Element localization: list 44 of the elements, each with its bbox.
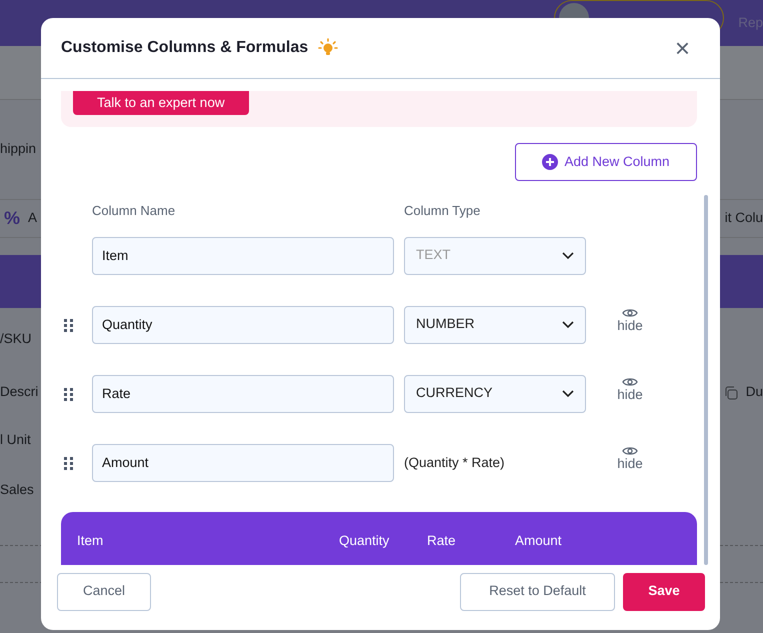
column-name-field[interactable]: Quantity [92,306,394,344]
scrollbar[interactable] [704,195,708,565]
label-text: A [28,209,38,228]
drag-handle-icon[interactable] [64,456,74,470]
label-text: hippin [0,140,36,158]
drag-handle-icon[interactable] [64,318,74,332]
column-header: Column Type [404,203,480,218]
column-type-select[interactable]: CURRENCY [404,374,586,412]
reset-button[interactable]: Reset to Default [460,572,615,610]
plus-circle-icon [542,154,558,170]
preview-column-header: Amount [515,533,562,548]
expert-button[interactable]: Talk to an expert now [73,91,249,115]
hide-toggle[interactable]: hide [617,445,643,472]
cancel-button[interactable]: Cancel [57,572,151,610]
column-header: Column Name [92,203,176,218]
save-button[interactable]: Save [623,572,705,610]
field-label: /SKU [0,330,32,348]
preview-column-header: Quantity [339,533,390,548]
chevron-down-icon [561,388,575,398]
eye-icon [622,307,638,320]
column-type-select: TEXT [404,236,586,274]
preview-column-header: Item [77,533,104,548]
eye-icon [622,445,638,458]
label-text[interactable]: it Colu [724,208,763,229]
label-text: Descri [0,383,38,402]
eye-icon [622,376,638,388]
chevron-down-icon [561,320,575,330]
column-type-select[interactable]: NUMBER [404,306,586,344]
action-link[interactable]: Du [746,382,763,403]
add-column-button[interactable]: Add New Column [515,143,697,181]
column-name-field[interactable]: Rate [92,374,394,412]
label-text: Sales [0,480,34,499]
chevron-down-icon [561,250,575,260]
hide-toggle[interactable]: hide [617,307,643,334]
label-text: l Unit [0,430,31,449]
modal-title: Customise Columns & Formulas [61,38,308,58]
drag-handle-icon[interactable] [64,386,74,400]
copy-icon[interactable] [724,386,738,400]
formula-text: (Quantity * Rate) [404,454,505,470]
close-button[interactable]: × [664,35,700,61]
preview-column-header: Rate [427,533,456,548]
column-name-field[interactable]: Amount [92,444,394,482]
lightbulb-icon [318,38,338,58]
hide-toggle[interactable]: hide [617,376,643,403]
